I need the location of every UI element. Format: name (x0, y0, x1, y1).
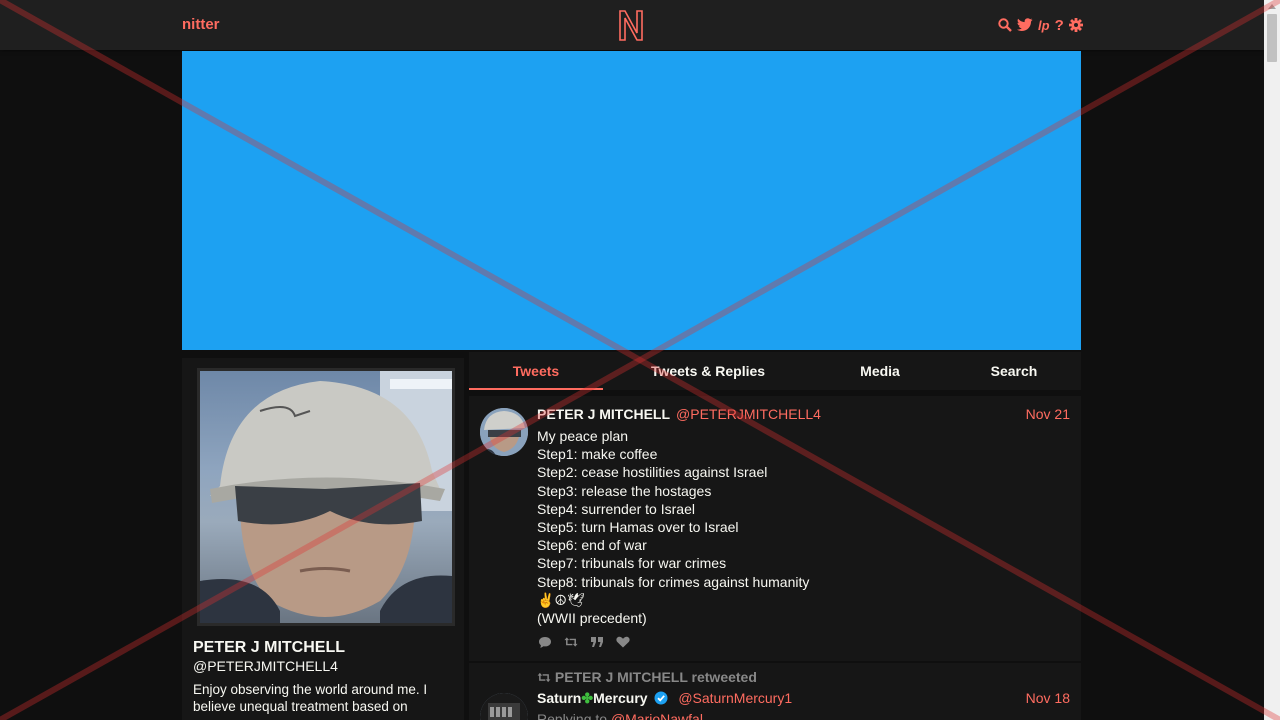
profile-handle[interactable]: @PETERJMITCHELL4 (193, 658, 338, 674)
profile-fullname[interactable]: PETER J MITCHELL (193, 639, 345, 657)
rss-icon[interactable]: lp (1038, 16, 1050, 34)
tweet-line: Step2: cease hostilities against Israel (537, 464, 768, 481)
clover-icon: ✤ (581, 690, 594, 706)
quote-icon[interactable] (590, 635, 604, 649)
tweet-emoji-line: ✌☮🕊 (537, 591, 585, 608)
tweet-line: Step3: release the hostages (537, 482, 712, 499)
retweet-icon[interactable] (564, 635, 578, 649)
tweet-avatar[interactable] (480, 693, 528, 720)
twitter-icon[interactable] (1017, 16, 1033, 34)
verified-badge-icon (654, 691, 668, 708)
tweet-fullname[interactable]: PETER J MITCHELL (537, 406, 670, 422)
tab-search[interactable]: Search (974, 352, 1054, 390)
reply-prefix: Replying to (537, 711, 608, 720)
tweet-line: Step5: turn Hamas over to Israel (537, 519, 739, 536)
comment-icon[interactable] (538, 635, 552, 649)
reply-to-link[interactable]: @MarioNawfal (611, 711, 703, 720)
fullname-part: Saturn (537, 690, 582, 706)
nav-icons: lp ? (998, 16, 1083, 34)
help-icon[interactable]: ? (1055, 16, 1064, 34)
replying-to: Replying to @MarioNawfal (537, 711, 703, 720)
tab-tweets-replies[interactable]: Tweets & Replies (633, 352, 783, 390)
retweet-icon (537, 672, 551, 683)
tweet-line: My peace plan (537, 428, 629, 444)
retweet-header: PETER J MITCHELL retweeted (537, 669, 757, 685)
tab-tweets[interactable]: Tweets (469, 352, 603, 390)
tweet-content: My peace plan Step1: make coffee Step2: … (537, 427, 809, 627)
profile-avatar[interactable] (197, 368, 455, 626)
profile-bio: Enjoy observing the world around me. I b… (193, 682, 428, 714)
scroll-up-arrow-icon[interactable] (1268, 4, 1276, 9)
tweet-line: Step7: tribunals for war crimes (537, 555, 727, 572)
tweet-handle[interactable]: @SaturnMercury1 (678, 690, 792, 706)
tweet[interactable]: PETER J MITCHELL @PETERJMITCHELL4 Nov 21 … (469, 396, 1081, 661)
tweet-line: Step6: end of war (537, 537, 647, 554)
profile-tabs: Tweets Tweets & Replies Media Search (469, 352, 1081, 390)
tweet-fullname[interactable]: Saturn✤Mercury (537, 690, 648, 706)
logo[interactable] (617, 8, 645, 45)
tweet-line: Step1: make coffee (537, 446, 658, 463)
scrollbar-thumb[interactable] (1267, 14, 1277, 62)
site-name-link[interactable]: nitter (182, 16, 220, 33)
tweet-line: Step8: tribunals for crimes against huma… (537, 573, 810, 590)
settings-icon[interactable] (1068, 16, 1083, 34)
tweet-handle[interactable]: @PETERJMITCHELL4 (676, 406, 821, 422)
tab-media[interactable]: Media (835, 352, 925, 390)
tweet-header: PETER J MITCHELL @PETERJMITCHELL4 (537, 406, 821, 422)
tweet-header: Saturn✤Mercury @SaturnMercury1 (537, 690, 792, 708)
page-scrollbar[interactable] (1264, 0, 1280, 720)
tweet-line: Step4: surrender to Israel (537, 500, 695, 517)
heart-icon[interactable] (616, 635, 630, 649)
tweet-date[interactable]: Nov 21 (1026, 406, 1070, 422)
tweet-stats (538, 635, 630, 649)
tweet[interactable]: PETER J MITCHELL retweeted Saturn✤Mercur… (469, 663, 1081, 720)
retweeted-by[interactable]: PETER J MITCHELL retweeted (555, 669, 757, 685)
navbar: nitter lp ? (0, 0, 1264, 50)
search-icon[interactable] (998, 16, 1012, 34)
tweet-date[interactable]: Nov 18 (1026, 690, 1070, 706)
fullname-part: Mercury (593, 690, 648, 706)
tweet-line: (WWII precedent) (537, 610, 647, 627)
tweet-avatar[interactable] (480, 408, 528, 456)
profile-banner (182, 51, 1081, 350)
profile-card: PETER J MITCHELL @PETERJMITCHELL4 Enjoy … (182, 358, 464, 720)
